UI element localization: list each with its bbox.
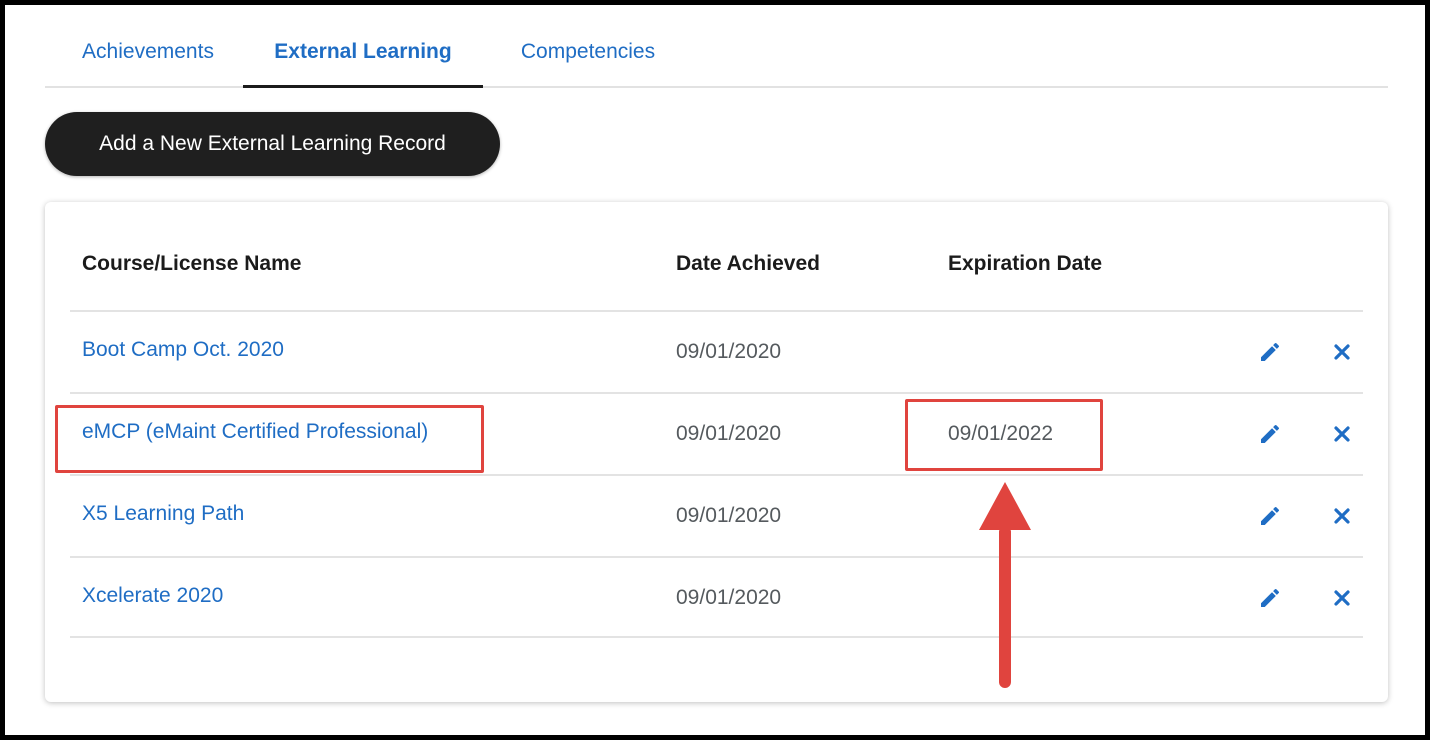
course-name-link[interactable]: Boot Camp Oct. 2020	[82, 338, 284, 362]
close-icon	[1334, 508, 1350, 524]
annotation-highlight-course-name	[55, 405, 484, 473]
edit-record-button[interactable]	[1254, 336, 1286, 368]
course-name-link[interactable]: Xcelerate 2020	[82, 584, 223, 608]
add-external-learning-record-button[interactable]: Add a New External Learning Record	[45, 112, 500, 176]
column-header-course-name: Course/License Name	[82, 252, 302, 275]
date-achieved-cell: 09/01/2020	[676, 340, 782, 363]
pencil-icon	[1261, 588, 1279, 607]
annotation-arrow-icon	[979, 482, 1031, 688]
delete-record-button[interactable]	[1326, 336, 1358, 368]
delete-record-button[interactable]	[1326, 582, 1358, 614]
table-row: Xcelerate 2020 09/01/2020	[70, 556, 1363, 638]
course-name-link[interactable]: X5 Learning Path	[82, 502, 244, 526]
edit-record-button[interactable]	[1254, 418, 1286, 450]
pencil-icon	[1261, 424, 1279, 443]
table-row: X5 Learning Path 09/01/2020	[70, 474, 1363, 556]
edit-record-button[interactable]	[1254, 500, 1286, 532]
tab-competencies[interactable]: Competencies	[483, 25, 693, 88]
tab-bar: Achievements External Learning Competenc…	[45, 25, 1388, 88]
date-achieved-cell: 09/01/2020	[676, 422, 782, 445]
screenshot-frame: Achievements External Learning Competenc…	[0, 0, 1430, 740]
pencil-icon	[1261, 506, 1279, 525]
column-header-date-achieved: Date Achieved	[676, 252, 820, 275]
close-icon	[1334, 590, 1350, 606]
close-icon	[1334, 344, 1350, 360]
pencil-icon	[1261, 342, 1279, 361]
tab-external-learning[interactable]: External Learning	[243, 25, 483, 88]
annotation-highlight-expiration-date	[905, 399, 1103, 471]
tab-achievements[interactable]: Achievements	[53, 25, 243, 88]
delete-record-button[interactable]	[1326, 418, 1358, 450]
edit-record-button[interactable]	[1254, 582, 1286, 614]
delete-record-button[interactable]	[1326, 500, 1358, 532]
date-achieved-cell: 09/01/2020	[676, 586, 782, 609]
close-icon	[1334, 426, 1350, 442]
table-row: Boot Camp Oct. 2020 09/01/2020	[70, 310, 1363, 392]
column-header-expiration-date: Expiration Date	[948, 252, 1103, 275]
date-achieved-cell: 09/01/2020	[676, 504, 782, 527]
